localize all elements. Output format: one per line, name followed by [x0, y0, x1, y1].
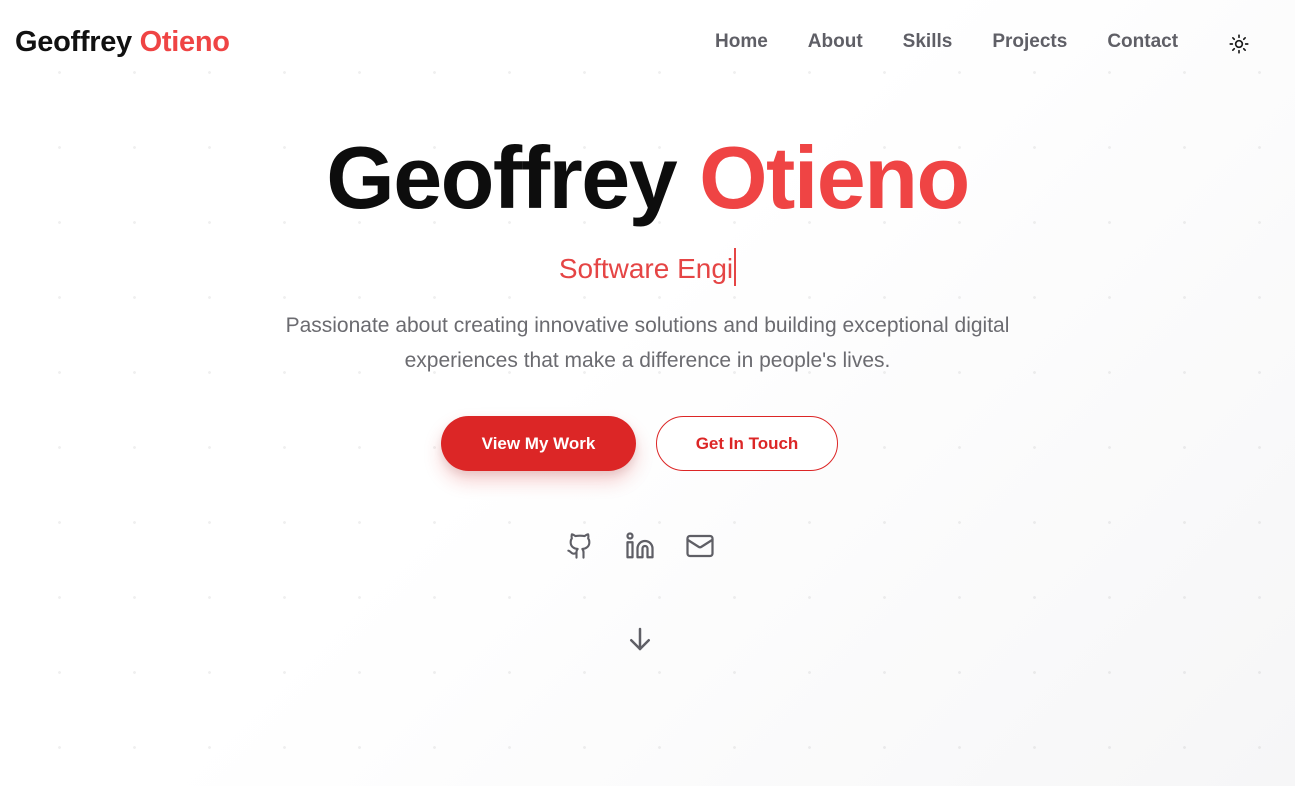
description-line-2: experiences that make a difference in pe…	[404, 349, 891, 372]
typing-subtitle: Software Engi	[0, 248, 1295, 289]
typing-cursor	[734, 248, 737, 286]
email-link[interactable]	[684, 530, 716, 562]
site-logo[interactable]: Geoffrey Otieno	[15, 26, 230, 59]
hero-title: Geoffrey Otieno	[0, 128, 1295, 228]
get-in-touch-button[interactable]: Get In Touch	[656, 416, 838, 471]
nav-link-home[interactable]: Home	[715, 31, 768, 53]
hero-buttons: View My Work Get In Touch	[441, 416, 838, 471]
nav-link-projects[interactable]: Projects	[992, 31, 1067, 53]
view-my-work-button[interactable]: View My Work	[441, 416, 636, 471]
scroll-down-button[interactable]	[624, 622, 656, 656]
navbar: Geoffrey Otieno Home About Skills Projec…	[0, 0, 1295, 88]
social-links	[564, 530, 716, 562]
hero-first-name: Geoffrey	[326, 128, 677, 227]
hero-last-name: Otieno	[699, 128, 970, 227]
description-line-1: Passionate about creating innovative sol…	[285, 314, 1010, 337]
nav-link-about[interactable]: About	[808, 31, 863, 53]
logo-first-name: Geoffrey	[15, 26, 132, 58]
sun-icon	[1229, 34, 1249, 54]
logo-last-name: Otieno	[139, 26, 230, 58]
arrow-down-icon	[630, 627, 650, 651]
nav-links: Home About Skills Projects Contact	[715, 31, 1178, 53]
hero-description: Passionate about creating innovative sol…	[0, 308, 1295, 378]
linkedin-icon	[626, 532, 654, 559]
github-icon	[567, 533, 591, 559]
github-link[interactable]	[564, 530, 596, 562]
page: Geoffrey Otieno Home About Skills Projec…	[0, 0, 1295, 786]
nav-link-contact[interactable]: Contact	[1107, 31, 1178, 53]
theme-toggle-button[interactable]	[1226, 31, 1252, 57]
mail-icon	[686, 534, 714, 558]
linkedin-link[interactable]	[624, 530, 656, 562]
nav-link-skills[interactable]: Skills	[903, 31, 953, 53]
typed-text: Software Engi	[558, 253, 734, 284]
